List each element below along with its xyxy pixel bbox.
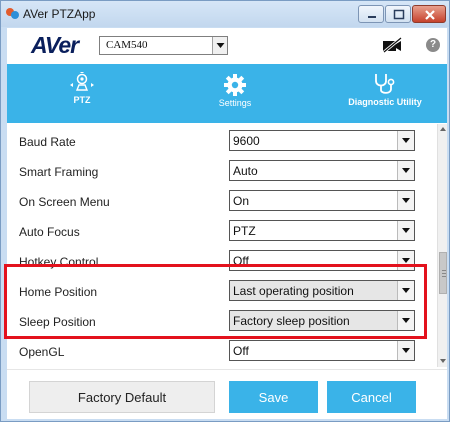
- vertical-scrollbar[interactable]: [437, 124, 447, 367]
- factory-default-button[interactable]: Factory Default: [29, 381, 215, 413]
- auto-focus-select[interactable]: PTZ: [229, 220, 415, 241]
- sleep-position-select[interactable]: Factory sleep position: [229, 310, 415, 331]
- tab-settings-label: Settings: [218, 98, 252, 108]
- scroll-up-icon[interactable]: [440, 127, 446, 131]
- save-button[interactable]: Save: [229, 381, 318, 413]
- chevron-down-icon: [397, 311, 414, 330]
- window-title: AVer PTZApp: [23, 7, 96, 21]
- help-icon[interactable]: ?: [426, 38, 440, 52]
- close-icon: [425, 10, 435, 20]
- chevron-down-icon: [397, 251, 414, 270]
- tab-ptz[interactable]: PTZ: [47, 64, 117, 123]
- aver-logo: AVer: [31, 32, 79, 58]
- setting-label: On Screen Menu: [19, 195, 110, 209]
- grip-line: [442, 276, 446, 277]
- baud-rate-select[interactable]: 9600: [229, 130, 415, 151]
- cancel-button[interactable]: Cancel: [327, 381, 416, 413]
- setting-row-opengl: OpenGL Off: [7, 336, 437, 367]
- select-value: Last operating position: [233, 284, 354, 298]
- chevron-down-icon: [212, 37, 227, 54]
- setting-label: Hotkey Control: [19, 255, 99, 269]
- maximize-icon: [393, 9, 405, 20]
- close-button[interactable]: [412, 5, 446, 23]
- scroll-down-icon[interactable]: [440, 359, 446, 363]
- home-position-select[interactable]: Last operating position: [229, 280, 415, 301]
- settings-list[interactable]: Baud Rate 9600 Smart Framing Auto On Scr…: [7, 124, 447, 367]
- camera-select[interactable]: CAM540: [99, 36, 228, 55]
- chevron-down-icon: [397, 281, 414, 300]
- setting-label: Sleep Position: [19, 315, 96, 329]
- setting-row-auto-focus: Auto Focus PTZ: [7, 216, 437, 248]
- client-area: AVer CAM540 ? PTZ Settings Diagnostic Ut…: [7, 28, 447, 419]
- setting-row-sleep-position: Sleep Position Factory sleep position: [7, 306, 437, 338]
- tab-diagnostic-utility-label: Diagnostic Utility: [348, 97, 422, 107]
- select-value: Off: [233, 344, 249, 358]
- setting-row-baud-rate: Baud Rate 9600: [7, 126, 437, 158]
- chevron-down-icon: [397, 341, 414, 360]
- chevron-down-icon: [397, 221, 414, 240]
- minimize-icon: [368, 16, 376, 18]
- select-value: Factory sleep position: [233, 314, 350, 328]
- app-icon: [6, 8, 19, 19]
- select-value: On: [233, 194, 250, 208]
- setting-label: Smart Framing: [19, 165, 99, 179]
- stethoscope-icon: [375, 74, 395, 94]
- select-value: Off: [233, 254, 249, 268]
- grip-line: [442, 270, 446, 271]
- camera-select-value: CAM540: [106, 39, 148, 51]
- setting-row-hotkey-control: Hotkey Control Off: [7, 246, 437, 278]
- select-value: PTZ: [233, 224, 256, 238]
- minimize-button[interactable]: [358, 5, 384, 23]
- camera-ptz-icon: [70, 72, 94, 91]
- tab-settings[interactable]: Settings: [200, 64, 270, 123]
- chevron-down-icon: [397, 161, 414, 180]
- grip-line: [442, 273, 446, 274]
- tab-ptz-label: PTZ: [73, 95, 91, 105]
- hotkey-control-select[interactable]: Off: [229, 250, 415, 271]
- setting-row-smart-framing: Smart Framing Auto: [7, 156, 437, 188]
- title-bar[interactable]: AVer PTZApp: [1, 1, 449, 27]
- tab-bar: PTZ Settings Diagnostic Utility: [7, 64, 447, 123]
- setting-row-on-screen-menu: On Screen Menu On: [7, 186, 437, 218]
- maximize-button[interactable]: [385, 5, 411, 23]
- app-window: AVer PTZApp AVer CAM540 ? PTZ Settings D…: [0, 0, 450, 422]
- opengl-select[interactable]: Off: [229, 340, 415, 361]
- footer-bar: Factory Default Save Cancel: [7, 369, 447, 419]
- select-value: 9600: [233, 134, 260, 148]
- setting-label: Auto Focus: [19, 225, 80, 239]
- camera-off-icon[interactable]: [381, 37, 403, 53]
- gear-icon: [224, 74, 246, 96]
- setting-label: Home Position: [19, 285, 98, 299]
- on-screen-menu-select[interactable]: On: [229, 190, 415, 211]
- select-value: Auto: [233, 164, 258, 178]
- setting-row-home-position: Home Position Last operating position: [7, 276, 437, 308]
- top-bar: AVer CAM540 ?: [7, 28, 447, 64]
- setting-label: OpenGL: [19, 345, 65, 359]
- scrollbar-thumb[interactable]: [439, 252, 447, 294]
- chevron-down-icon: [397, 191, 414, 210]
- smart-framing-select[interactable]: Auto: [229, 160, 415, 181]
- tab-diagnostic-utility[interactable]: Diagnostic Utility: [335, 64, 435, 123]
- chevron-down-icon: [397, 131, 414, 150]
- setting-label: Baud Rate: [19, 135, 76, 149]
